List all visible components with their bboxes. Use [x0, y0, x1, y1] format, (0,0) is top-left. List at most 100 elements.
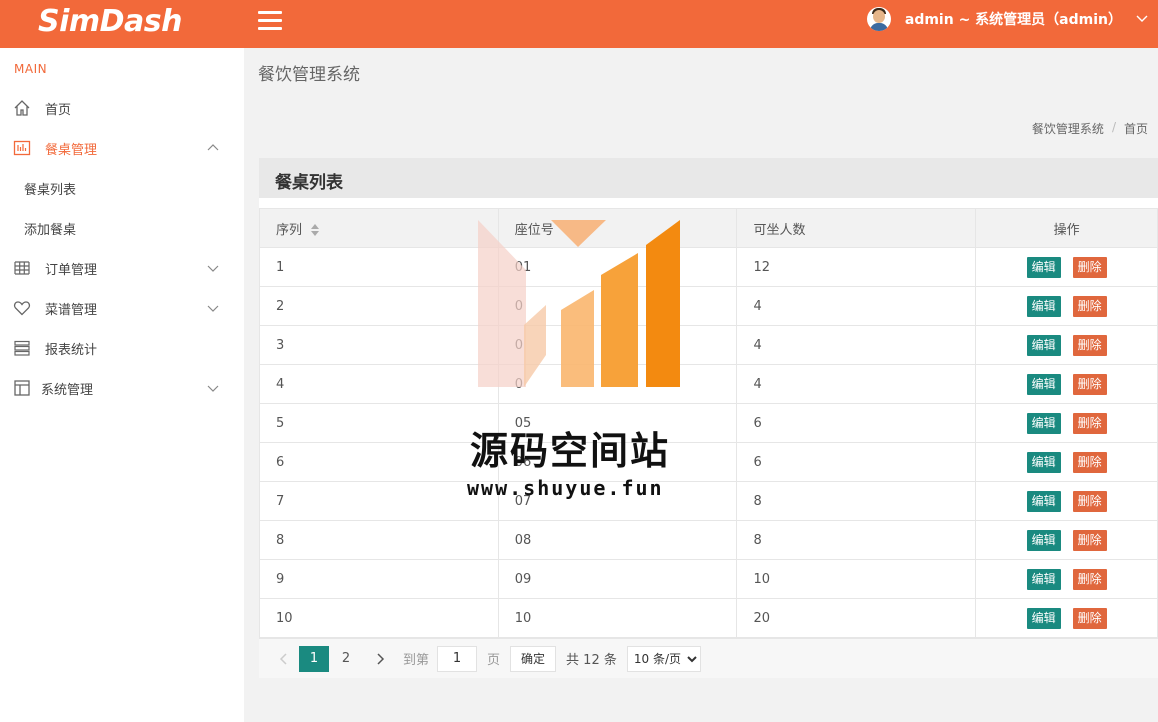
- cell-actions: 编辑 删除: [975, 481, 1158, 521]
- sidebar-item-label: 首页: [45, 102, 72, 118]
- column-header-capacity: 可坐人数: [736, 208, 977, 248]
- cell-actions: 编辑 删除: [975, 559, 1158, 599]
- user-menu[interactable]: admin ~ 系统管理员（admin）: [866, 0, 1148, 38]
- cell-capacity: 6: [736, 442, 977, 482]
- edit-button[interactable]: 编辑: [1026, 568, 1061, 590]
- delete-button[interactable]: 删除: [1072, 451, 1107, 473]
- cell-actions: 编辑 删除: [975, 598, 1158, 638]
- cell-actions: 编辑 删除: [975, 442, 1158, 482]
- column-header-actions: 操作: [975, 208, 1158, 248]
- table-row: 3 0 4 编辑 删除: [259, 325, 1158, 365]
- table-row: 6 06 6 编辑 删除: [259, 442, 1158, 482]
- layout-icon: [14, 380, 30, 396]
- delete-button[interactable]: 删除: [1072, 568, 1107, 590]
- cell-capacity: 4: [736, 286, 977, 326]
- total-count: 共 12 条: [566, 653, 617, 668]
- cell-id: 9: [259, 559, 499, 599]
- heart-icon: [13, 301, 31, 316]
- breadcrumb-item[interactable]: 餐饮管理系统: [1032, 120, 1104, 137]
- page-button-1[interactable]: 1: [299, 645, 329, 672]
- cell-seat: 0: [497, 286, 738, 326]
- cell-actions: 编辑 删除: [975, 286, 1158, 326]
- sidebar-item-label: 系统管理: [41, 382, 94, 398]
- page-button-2[interactable]: 2: [331, 646, 361, 672]
- cell-actions: 编辑 删除: [975, 325, 1158, 365]
- edit-button[interactable]: 编辑: [1026, 451, 1061, 473]
- cell-seat: 08: [497, 520, 738, 560]
- sidebar-item-reports[interactable]: 报表统计: [0, 328, 244, 368]
- delete-button[interactable]: 删除: [1072, 334, 1107, 356]
- grid-icon: [14, 261, 30, 275]
- delete-button[interactable]: 删除: [1072, 412, 1107, 434]
- chevron-down-icon: [207, 265, 219, 272]
- cell-id: 2: [259, 286, 499, 326]
- sidebar-subitem-add-table[interactable]: 添加餐桌: [0, 208, 244, 248]
- page-size-select[interactable]: 10 条/页: [626, 645, 701, 672]
- sidebar-item-menu-management[interactable]: 菜谱管理: [0, 288, 244, 328]
- panel-header: 餐桌列表: [259, 158, 1158, 198]
- avatar: [866, 7, 891, 31]
- panel-title: 餐桌列表: [275, 173, 343, 193]
- cell-id: 5: [259, 403, 499, 443]
- cell-id: 4: [259, 364, 499, 404]
- sidebar-item-orders[interactable]: 订单管理: [0, 248, 244, 288]
- top-header: SimDash admin ~ 系统管理员（admin）: [0, 0, 1158, 48]
- edit-button[interactable]: 编辑: [1026, 607, 1061, 629]
- prev-page-button[interactable]: [271, 646, 297, 672]
- delete-button[interactable]: 删除: [1072, 295, 1107, 317]
- delete-button[interactable]: 删除: [1072, 373, 1107, 395]
- home-icon: [14, 100, 30, 116]
- tables-grid: 序列 座位号 可坐人数 操作 1 01 12 编辑 删除 2 0 4 编辑 删除 3 0 4 编辑 删除 4 0…: [259, 208, 1158, 638]
- next-page-button[interactable]: [367, 646, 393, 672]
- edit-button[interactable]: 编辑: [1026, 256, 1061, 278]
- cell-capacity: 4: [736, 364, 977, 404]
- delete-button[interactable]: 删除: [1072, 256, 1107, 278]
- delete-button[interactable]: 删除: [1072, 490, 1107, 512]
- sidebar-section-label: MAIN: [14, 62, 48, 76]
- sidebar-item-table-management[interactable]: 餐桌管理: [0, 128, 244, 168]
- cell-actions: 编辑 删除: [975, 247, 1158, 287]
- edit-button[interactable]: 编辑: [1026, 295, 1061, 317]
- sidebar-item-home[interactable]: 首页: [0, 88, 244, 128]
- sort-icon[interactable]: [310, 223, 320, 237]
- sidebar-item-label: 菜谱管理: [45, 302, 98, 318]
- cell-seat: 01: [497, 247, 738, 287]
- sidebar-item-system-management[interactable]: 系统管理: [0, 368, 244, 408]
- sidebar-item-label: 订单管理: [45, 262, 98, 278]
- app-logo[interactable]: SimDash: [38, 2, 183, 42]
- cell-id: 10: [259, 598, 499, 638]
- cell-actions: 编辑 删除: [975, 520, 1158, 560]
- delete-button[interactable]: 删除: [1072, 607, 1107, 629]
- cell-capacity: 10: [736, 559, 977, 599]
- sidebar-subitem-table-list[interactable]: 餐桌列表: [0, 168, 244, 208]
- goto-confirm-button[interactable]: 确定: [510, 645, 557, 672]
- sidebar-item-label: 餐桌管理: [45, 142, 98, 158]
- table-body: 1 01 12 编辑 删除 2 0 4 编辑 删除 3 0 4 编辑 删除 4 0 4 编辑 删除 5 05 6 编辑 删除 6 0…: [259, 247, 1158, 638]
- delete-button[interactable]: 删除: [1072, 529, 1107, 551]
- column-header-seat: 座位号: [497, 208, 738, 248]
- column-header-id[interactable]: 序列: [259, 208, 499, 248]
- user-name: admin ~ 系统管理员（admin）: [904, 12, 1122, 28]
- watermark-url: www.shuyue.fun: [467, 476, 664, 500]
- breadcrumb-item[interactable]: 首页: [1124, 120, 1148, 137]
- sidebar-subitem-label: 餐桌列表: [24, 182, 77, 198]
- goto-page-input[interactable]: [437, 645, 478, 672]
- cell-id: 3: [259, 325, 499, 365]
- menu-toggle-icon[interactable]: [258, 11, 282, 31]
- chevron-right-icon: [377, 652, 385, 665]
- chevron-up-icon: [207, 144, 219, 151]
- edit-button[interactable]: 编辑: [1026, 373, 1061, 395]
- edit-button[interactable]: 编辑: [1026, 490, 1061, 512]
- breadcrumb-separator: /: [1111, 120, 1116, 134]
- sidebar-item-label: 报表统计: [45, 342, 98, 358]
- edit-button[interactable]: 编辑: [1026, 529, 1061, 551]
- chevron-down-icon: [1136, 15, 1148, 22]
- edit-button[interactable]: 编辑: [1026, 334, 1061, 356]
- table-row: 10 10 20 编辑 删除: [259, 598, 1158, 638]
- edit-button[interactable]: 编辑: [1026, 412, 1061, 434]
- cell-seat: 0: [497, 325, 738, 365]
- goto-label: 到第: [403, 653, 430, 668]
- cell-capacity: 20: [736, 598, 977, 638]
- table-row: 2 0 4 编辑 删除: [259, 286, 1158, 326]
- cell-capacity: 6: [736, 403, 977, 443]
